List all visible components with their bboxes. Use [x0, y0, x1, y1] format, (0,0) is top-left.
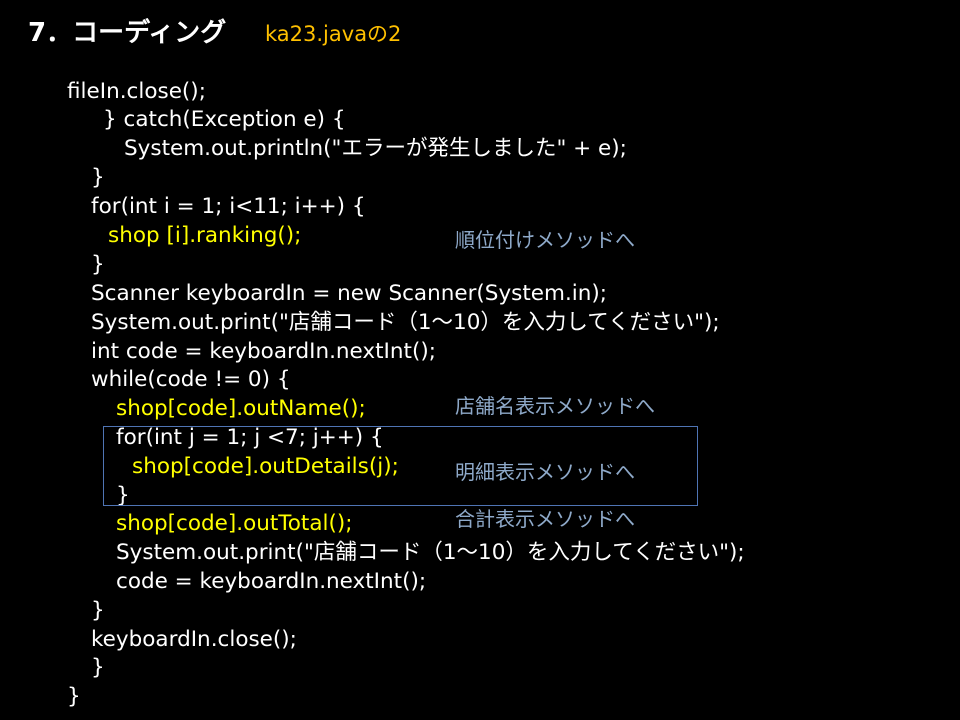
code-line-method-call: shop [i].ranking();	[108, 223, 302, 248]
annotation-name: 店舗名表示メソッドへ	[455, 394, 655, 418]
code-line: for(int i = 1; i<11; i++) {	[91, 194, 366, 219]
code-line-method-call: shop[code].outTotal();	[116, 511, 353, 536]
slide-title: 7．コーディング	[28, 18, 227, 48]
code-line: System.out.print("店舗コード（1～10）を入力してください")…	[116, 540, 745, 565]
annotation-details: 明細表示メソッドへ	[455, 460, 635, 484]
code-line: int code = keyboardIn.nextInt();	[91, 339, 436, 364]
code-line: while(code != 0) {	[91, 367, 291, 392]
annotation-total: 合計表示メソッドへ	[455, 507, 635, 531]
code-line: }	[91, 252, 105, 277]
code-line-method-call: shop[code].outName();	[116, 396, 366, 421]
code-line: System.out.print("店舗コード（1～10）を入力してください")…	[91, 310, 720, 335]
code-line: fileIn.close();	[67, 79, 206, 104]
code-line: }	[91, 655, 105, 680]
code-line: keyboardIn.close();	[91, 627, 297, 652]
code-line: }	[91, 598, 105, 623]
code-line: } catch(Exception e) {	[103, 107, 346, 132]
code-line: Scanner keyboardIn = new Scanner(System.…	[91, 281, 608, 306]
code-line: code = keyboardIn.nextInt();	[116, 569, 427, 594]
code-line: }	[67, 684, 81, 709]
code-line: }	[91, 165, 105, 190]
annotation-ranking: 順位付けメソッドへ	[455, 228, 635, 252]
slide-subtitle: ka23.javaの2	[265, 22, 402, 46]
code-line: System.out.println("エラーが発生しました" + e);	[124, 136, 627, 161]
